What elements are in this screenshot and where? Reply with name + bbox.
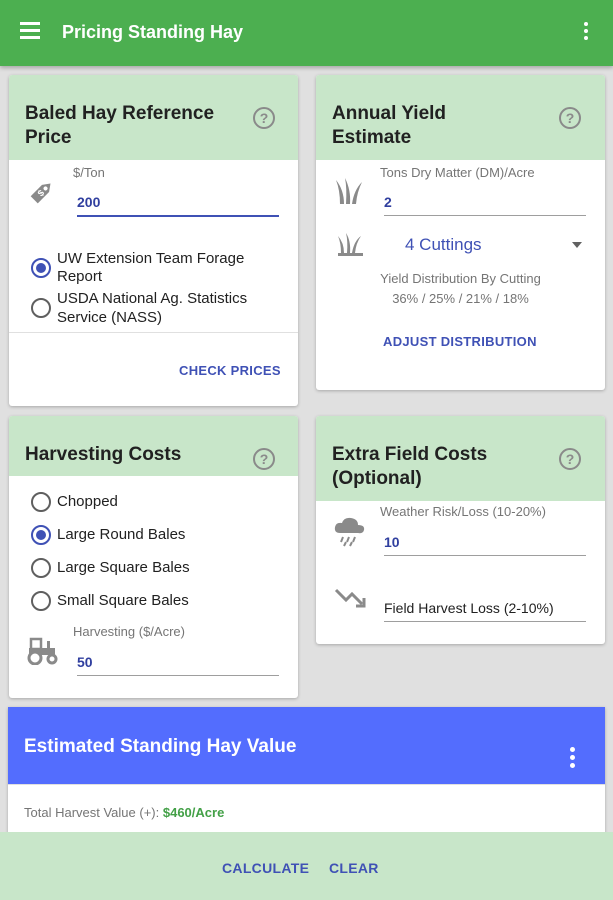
annual-yield-title-line2: Estimate <box>332 127 412 148</box>
weather-risk-input[interactable]: 10 <box>384 534 586 556</box>
card-divider <box>9 332 298 333</box>
harvesting-header: Harvesting Costs ? <box>9 416 298 476</box>
adjust-distribution-button[interactable]: ADJUST DISTRIBUTION <box>383 334 537 349</box>
extra-field-header: Extra Field Costs (Optional) ? <box>316 416 605 501</box>
harvesting-title: Harvesting Costs <box>25 444 182 465</box>
clear-button[interactable]: CLEAR <box>329 860 379 876</box>
estimated-value-title: Estimated Standing Hay Value <box>24 736 297 757</box>
cuttings-icon <box>338 231 364 257</box>
option-usda-nass-line1[interactable]: USDA National Ag. Statistics <box>57 290 247 308</box>
help-icon[interactable]: ? <box>253 448 275 470</box>
annual-yield-header: Annual Yield Estimate ? <box>316 75 605 160</box>
baled-hay-title-line1: Baled Hay Reference <box>25 103 215 124</box>
help-icon[interactable]: ? <box>559 448 581 470</box>
estimated-value-header: Estimated Standing Hay Value <box>8 707 605 784</box>
harvesting-cost-label: Harvesting ($/Acre) <box>73 624 185 639</box>
menu-icon[interactable] <box>20 22 44 44</box>
total-harvest-value-row: Total Harvest Value (+): $460/Acre <box>24 805 224 820</box>
overflow-menu-icon[interactable] <box>581 22 591 44</box>
annual-yield-card: Annual Yield Estimate ? Tons Dry Matter … <box>316 75 605 390</box>
help-icon[interactable]: ? <box>253 107 275 129</box>
result-divider <box>8 784 605 785</box>
baled-hay-header: Baled Hay Reference Price ? <box>9 75 298 160</box>
extra-field-costs-card: Extra Field Costs (Optional) ? Weather R… <box>316 416 605 644</box>
annual-yield-title-line1: Annual Yield <box>332 103 447 124</box>
app-title: Pricing Standing Hay <box>62 22 244 42</box>
option-chopped[interactable]: Chopped <box>57 493 118 511</box>
harvesting-costs-card: Harvesting Costs ? Chopped Large Round B… <box>9 416 298 698</box>
price-label: $/Ton <box>73 165 105 180</box>
option-small-square-bales[interactable]: Small Square Bales <box>57 592 189 610</box>
baled-hay-title-line2: Price <box>25 127 72 148</box>
rain-cloud-icon <box>334 517 366 547</box>
radio-small-square-bales[interactable] <box>31 591 51 611</box>
estimated-value-panel: Estimated Standing Hay Value Total Harve… <box>8 707 605 842</box>
cuttings-dropdown[interactable]: 4 Cuttings <box>405 235 482 255</box>
trending-down-icon <box>334 586 366 610</box>
overflow-menu-icon[interactable] <box>569 747 575 771</box>
radio-chopped[interactable] <box>31 492 51 512</box>
distribution-values: 36% / 25% / 21% / 18% <box>392 291 529 306</box>
extra-field-title-line2: (Optional) <box>332 468 422 489</box>
option-uw-extension-line2[interactable]: Report <box>57 268 102 286</box>
price-tag-icon: $ <box>27 177 57 207</box>
radio-large-square-bales[interactable] <box>31 558 51 578</box>
extra-field-title-line1: Extra Field Costs <box>332 444 488 465</box>
chevron-down-icon[interactable] <box>572 242 582 248</box>
tons-input[interactable]: 2 <box>384 194 586 216</box>
tractor-icon <box>25 635 59 665</box>
field-harvest-loss-input[interactable]: Field Harvest Loss (2-10%) <box>384 600 586 622</box>
option-usda-nass-line2[interactable]: Service (NASS) <box>57 309 162 327</box>
total-harvest-value: $460/Acre <box>162 805 225 820</box>
check-prices-button[interactable]: CHECK PRICES <box>179 363 281 378</box>
price-input[interactable]: 200 <box>77 194 279 217</box>
distribution-label: Yield Distribution By Cutting <box>380 271 541 286</box>
tons-label: Tons Dry Matter (DM)/Acre <box>380 165 535 180</box>
bottom-action-bar: CALCULATE CLEAR <box>0 832 613 900</box>
harvesting-cost-input[interactable]: 50 <box>77 654 279 676</box>
radio-usda-nass[interactable] <box>31 298 51 318</box>
radio-uw-extension[interactable] <box>31 258 51 278</box>
help-icon[interactable]: ? <box>559 107 581 129</box>
option-large-square-bales[interactable]: Large Square Bales <box>57 559 190 577</box>
radio-large-round-bales[interactable] <box>31 525 51 545</box>
app-bar: Pricing Standing Hay <box>0 0 613 66</box>
grass-icon <box>336 178 364 204</box>
option-uw-extension-line1[interactable]: UW Extension Team Forage <box>57 250 244 268</box>
weather-risk-label: Weather Risk/Loss (10-20%) <box>380 504 546 519</box>
calculate-button[interactable]: CALCULATE <box>222 860 309 876</box>
total-harvest-label: Total Harvest Value (+): <box>24 805 160 820</box>
option-large-round-bales[interactable]: Large Round Bales <box>57 526 185 544</box>
baled-hay-card: Baled Hay Reference Price ? $ $/Ton 200 … <box>9 75 298 406</box>
